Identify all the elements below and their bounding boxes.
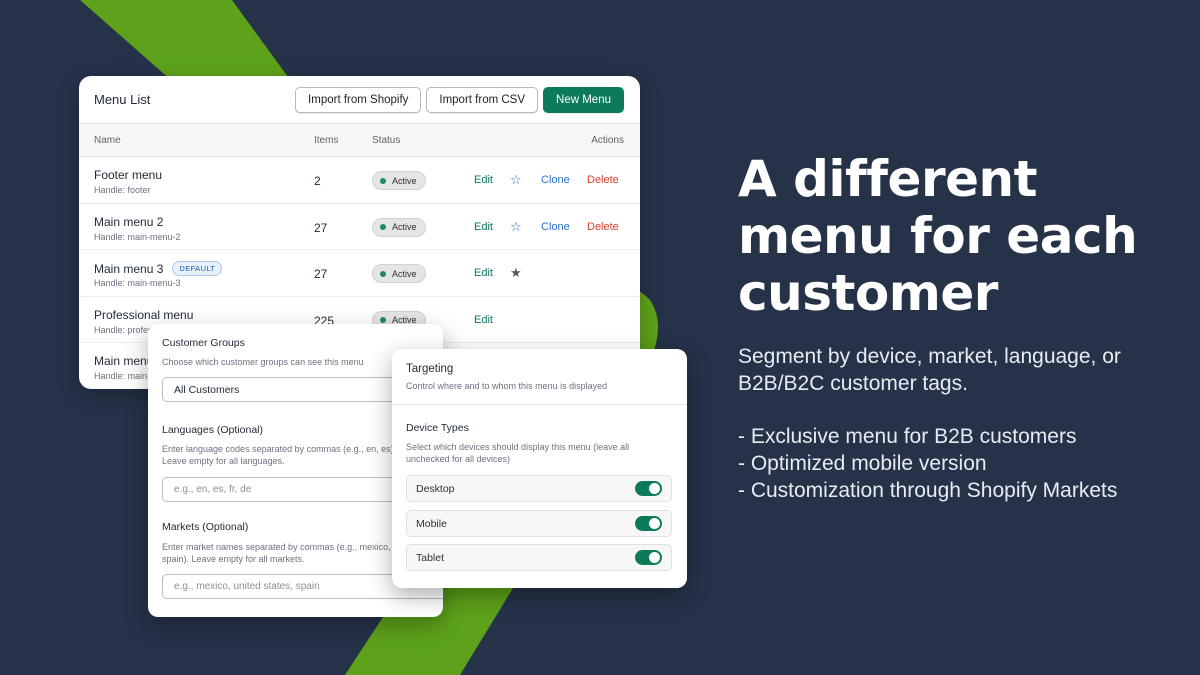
targeting-subtitle: Control where and to whom this menu is d… xyxy=(406,381,608,391)
menu-list-title: Menu List xyxy=(94,92,151,107)
default-badge: DEFAULT xyxy=(172,261,223,276)
menu-item-count: 27 xyxy=(314,220,328,235)
menu-list-header: Menu List Import from Shopify Import fro… xyxy=(79,76,640,124)
status-label: Active xyxy=(392,222,417,232)
star-filled-icon[interactable]: ★ xyxy=(510,265,522,281)
promo-bullet: - Exclusive menu for B2B customers xyxy=(738,425,1077,448)
status-badge: Active xyxy=(372,171,426,190)
menu-name: Main menu 3 xyxy=(94,261,164,276)
markets-description: Enter market names separated by commas (… xyxy=(162,542,391,564)
promo-bullet: - Customization through Shopify Markets xyxy=(738,479,1118,502)
status-dot-icon xyxy=(380,177,386,184)
toggle-knob xyxy=(649,483,660,494)
clone-link[interactable]: Clone xyxy=(541,174,570,186)
star-icon[interactable]: ☆ xyxy=(510,172,522,188)
status-dot-icon xyxy=(380,270,386,277)
menu-name: Main menu xyxy=(94,354,154,368)
promo-subtext: Segment by device, market, language, or … xyxy=(738,345,1121,395)
column-name: Name xyxy=(94,134,121,146)
device-name: Mobile xyxy=(416,517,447,530)
menu-name: Main menu 2 xyxy=(94,214,164,229)
markets-label: Markets (Optional) xyxy=(162,521,249,533)
promo-bullet-list: - Exclusive menu for B2B customers - Opt… xyxy=(738,423,1188,504)
menu-handle: Handle: profes xyxy=(94,324,153,335)
tablet-toggle[interactable] xyxy=(635,550,662,565)
targeting-card: Targeting Control where and to whom this… xyxy=(392,349,687,588)
targeting-title: Targeting xyxy=(406,363,454,375)
menu-name-wrapper: Main menu 3 DEFAULT xyxy=(94,261,223,276)
menu-name: Footer menu xyxy=(94,168,163,182)
menu-handle: Handle: footer xyxy=(94,185,151,195)
status-dot-icon xyxy=(380,224,386,230)
menu-name: Professional menu xyxy=(94,307,194,322)
table-row: Main menu 3 DEFAULT Handle: main-menu-3 … xyxy=(79,250,640,297)
import-from-csv-button[interactable]: Import from CSV xyxy=(426,86,539,113)
menu-item-count: 2 xyxy=(314,174,321,188)
new-menu-button[interactable]: New Menu xyxy=(543,86,624,113)
desktop-toggle[interactable] xyxy=(635,481,662,496)
device-row-mobile[interactable]: Mobile xyxy=(406,510,672,537)
table-row: Footer menu Handle: footer 2 Active Edit… xyxy=(79,157,640,204)
device-name: Tablet xyxy=(416,551,445,564)
status-badge: Active xyxy=(372,217,426,237)
column-items: Items xyxy=(314,134,339,146)
status-label: Active xyxy=(392,268,417,279)
device-types-description: Select which devices should display this… xyxy=(406,442,630,464)
status-badge: Active xyxy=(372,264,426,283)
customer-groups-label: Customer Groups xyxy=(162,337,245,349)
delete-link[interactable]: Delete xyxy=(587,221,619,233)
table-row: Main menu 2 Handle: main-menu-2 27 Activ… xyxy=(79,204,640,250)
column-actions: Actions xyxy=(591,134,624,146)
status-label: Active xyxy=(392,175,417,186)
promo-bullet: - Optimized mobile version xyxy=(738,452,987,475)
delete-link[interactable]: Delete xyxy=(587,174,619,186)
menu-handle: Handle: main-menu-3 xyxy=(94,278,181,288)
device-name: Desktop xyxy=(416,482,455,495)
menu-handle: Handle: main-menu-2 xyxy=(94,231,181,242)
device-row-tablet[interactable]: Tablet xyxy=(406,544,672,571)
mobile-toggle[interactable] xyxy=(635,516,662,531)
clone-link[interactable]: Clone xyxy=(541,221,570,233)
column-status: Status xyxy=(372,134,401,146)
languages-label: Languages (Optional) xyxy=(162,424,263,436)
menu-handle: Handle: main-n xyxy=(94,371,156,381)
edit-link[interactable]: Edit xyxy=(474,174,493,186)
star-icon[interactable]: ☆ xyxy=(510,219,522,235)
device-row-desktop[interactable]: Desktop xyxy=(406,475,672,502)
toggle-knob xyxy=(649,518,660,529)
edit-link[interactable]: Edit xyxy=(474,267,493,279)
edit-link[interactable]: Edit xyxy=(474,314,493,326)
languages-description: Enter language codes separated by commas… xyxy=(162,444,397,466)
edit-link[interactable]: Edit xyxy=(474,221,493,233)
device-types-title: Device Types xyxy=(406,422,469,434)
promo-headline: A different menu for each customer xyxy=(738,150,1138,322)
import-from-shopify-button[interactable]: Import from Shopify xyxy=(295,86,422,113)
customer-groups-description: Choose which customer groups can see thi… xyxy=(162,357,364,367)
toggle-knob xyxy=(649,552,660,563)
menu-item-count: 27 xyxy=(314,267,328,281)
status-dot-icon xyxy=(380,317,386,323)
targeting-header: Targeting Control where and to whom this… xyxy=(392,349,687,405)
table-header: Name Items Status Actions xyxy=(79,124,640,157)
